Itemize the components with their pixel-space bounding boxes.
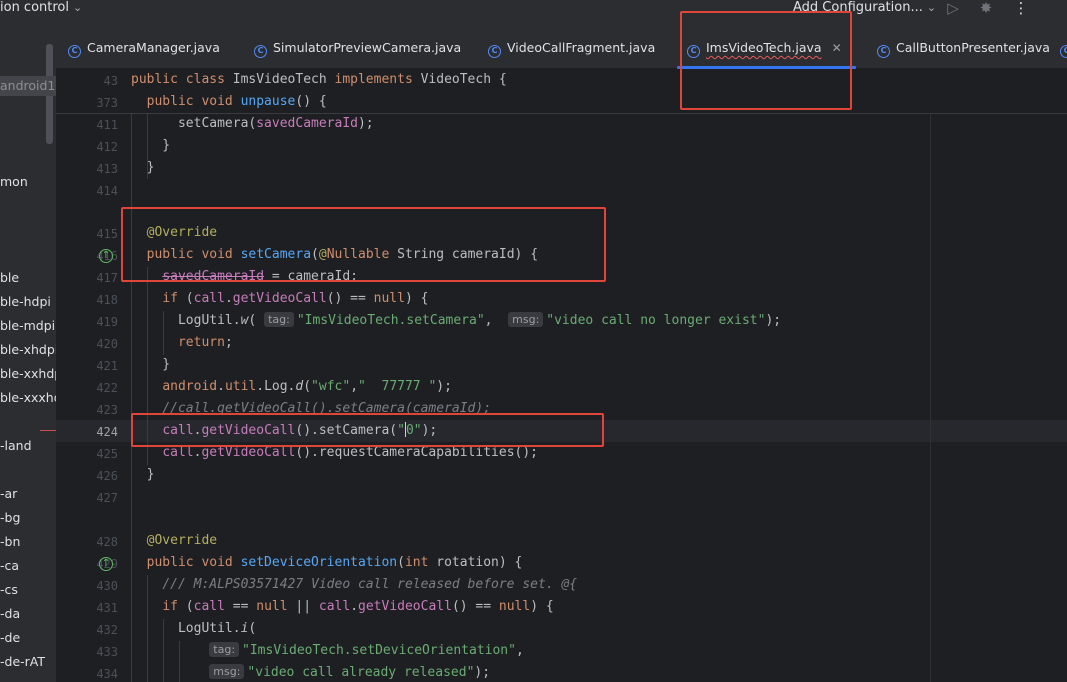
class-icon: C — [488, 45, 501, 58]
code-line: } — [131, 160, 155, 175]
code-line: } — [131, 467, 155, 482]
more-vert-icon[interactable]: ⋮ — [1012, 0, 1030, 17]
code-line: } — [131, 357, 171, 372]
line-number: 427 — [96, 491, 118, 505]
code-line: @Override — [146, 225, 218, 240]
line-number: 421 — [96, 359, 118, 373]
line-number: 43 — [103, 74, 118, 88]
class-icon: C — [254, 45, 267, 58]
code-editor[interactable]: 43 373 411 412 413 414 415 416 417 418 4… — [56, 69, 1067, 682]
chevron-down-icon: ⌄ — [926, 1, 937, 14]
project-tree-item[interactable]: ble-xhdpi — [0, 340, 56, 360]
right-margin-guide — [930, 113, 931, 682]
run-configuration-selector[interactable]: Add Configuration... ⌄ — [793, 0, 936, 15]
line-number: 412 — [96, 140, 118, 154]
run-icon[interactable]: ▷ — [944, 0, 962, 17]
code-line: if (call.getVideoCall() == null) { — [162, 291, 429, 306]
line-number: 434 — [96, 667, 118, 681]
code-line: if (call == null || call.getVideoCall() … — [162, 599, 554, 614]
tab-video-call-fragment[interactable]: C VideoCallFragment.java — [488, 27, 655, 69]
project-tree-item[interactable]: -land — [0, 436, 32, 456]
code-line: setCamera(savedCameraId); — [131, 116, 374, 131]
code-line: public void setCamera(@Nullable String c… — [146, 247, 539, 262]
line-number: 433 — [96, 645, 118, 659]
run-configuration-label: Add Configuration... — [793, 0, 923, 15]
code-line: LogUtil.w( tag: "ImsVideoTech.setCamera",… — [131, 312, 782, 328]
project-tree-item[interactable]: mon — [0, 172, 28, 192]
code-line: } — [131, 138, 171, 153]
line-number: 425 — [96, 447, 118, 461]
code-line: public void unpause() { — [146, 94, 327, 109]
class-icon: C — [68, 45, 81, 58]
line-number: 422 — [96, 381, 118, 395]
chevron-down-icon: ⌄ — [73, 1, 83, 14]
line-number: 418 — [96, 293, 118, 307]
line-number: 414 — [96, 184, 118, 198]
code-line: savedCameraId = cameraId; — [162, 269, 358, 284]
class-icon: C — [1060, 45, 1067, 58]
code-line: call.getVideoCall().requestCameraCapabil… — [162, 445, 539, 460]
code-line: //call.getVideoCall().setCamera(cameraId… — [162, 401, 492, 416]
project-tree-item[interactable]: ble-xxxhdpi — [0, 388, 56, 408]
vcs-change-marker — [40, 430, 56, 431]
close-icon[interactable]: ✕ — [832, 41, 842, 55]
tab-call-button-presenter[interactable]: C CallButtonPresenter.java — [877, 27, 1050, 69]
class-icon: C — [877, 45, 890, 58]
code-line: msg: "video call already released"); — [131, 662, 490, 682]
code-line: public void setDeviceOrientation(int rot… — [146, 555, 523, 570]
line-number: 420 — [96, 337, 118, 351]
code-line: tag: "ImsVideoTech.setDeviceOrientation", — [131, 640, 524, 662]
debug-icon[interactable]: ✸ — [977, 0, 995, 17]
project-tree-item[interactable]: -ar — [0, 484, 17, 504]
line-number: 419 — [96, 315, 118, 329]
code-line: android.util.Log.d("wfc"," 77777 "); — [162, 379, 452, 394]
line-number: 424 — [96, 425, 118, 439]
project-tree-item[interactable]: -da — [0, 604, 20, 624]
line-number: 423 — [96, 403, 118, 417]
code-line: /// M:ALPS03571427 Video call released b… — [162, 577, 578, 592]
line-number: 432 — [96, 623, 118, 637]
code-line: @Override — [146, 533, 218, 548]
param-hint: tag: — [264, 312, 294, 327]
editor-tabs: C CameraManager.java C SimulatorPreviewCam… — [56, 27, 1067, 69]
project-tree-item[interactable]: ble — [0, 268, 19, 288]
code-line: public class ImsVideoTech implements Vid… — [131, 72, 507, 87]
line-number: 426 — [96, 469, 118, 483]
version-control-label: ion control — [0, 0, 69, 15]
project-tree-item[interactable]: ble-mdpi — [0, 316, 55, 336]
line-number: 431 — [96, 601, 118, 615]
param-hint: msg: — [209, 664, 245, 679]
code-line: LogUtil.i( — [131, 621, 257, 636]
project-tree-item[interactable]: android12 — [0, 76, 56, 96]
code-line-current: call.getVideoCall().setCamera("0"); — [162, 422, 438, 438]
line-number: 415 — [96, 227, 118, 241]
project-tree-item[interactable]: -bg — [0, 508, 20, 528]
tab-simulator-preview-camera[interactable]: C SimulatorPreviewCamera.java — [254, 27, 461, 69]
project-tree-item[interactable]: ble-xxhdpi — [0, 364, 56, 384]
version-control-menu[interactable]: ion control ⌄ — [0, 0, 82, 20]
line-number: 417 — [96, 271, 118, 285]
project-tree-item[interactable]: -ca — [0, 556, 19, 576]
project-tree-item[interactable]: -de — [0, 628, 20, 648]
tab-ims-video-tech[interactable]: C ImsVideoTech.java ✕ — [677, 27, 856, 69]
code-line: return; — [177, 335, 233, 350]
main-toolbar: ion control ⌄ Add Configuration... ⌄ ▷ ✸ ⋮ — [0, 0, 1067, 27]
project-tree-item[interactable]: -cs — [0, 580, 18, 600]
class-icon: C — [687, 45, 700, 58]
line-number: 411 — [96, 118, 118, 132]
project-tree-item[interactable]: -de-rAT — [0, 652, 45, 672]
override-gutter-icon[interactable]: ↑ — [99, 249, 113, 263]
tab-camera-manager[interactable]: C CameraManager.java — [68, 27, 220, 69]
param-hint: tag: — [209, 642, 240, 657]
line-number: 413 — [96, 162, 118, 176]
project-tree-item[interactable]: -bn — [0, 532, 20, 552]
line-number: 428 — [96, 535, 118, 549]
line-number: 430 — [96, 579, 118, 593]
override-gutter-icon[interactable]: ↑ — [99, 557, 113, 571]
line-number: 373 — [96, 96, 118, 110]
project-tree-item[interactable]: ble-hdpi — [0, 292, 51, 312]
tab-overflow[interactable]: C — [1060, 27, 1067, 69]
param-hint: msg: — [508, 312, 544, 327]
project-tree: android12 mon ble ble-hdpi ble-mdpi ble-… — [0, 27, 56, 682]
